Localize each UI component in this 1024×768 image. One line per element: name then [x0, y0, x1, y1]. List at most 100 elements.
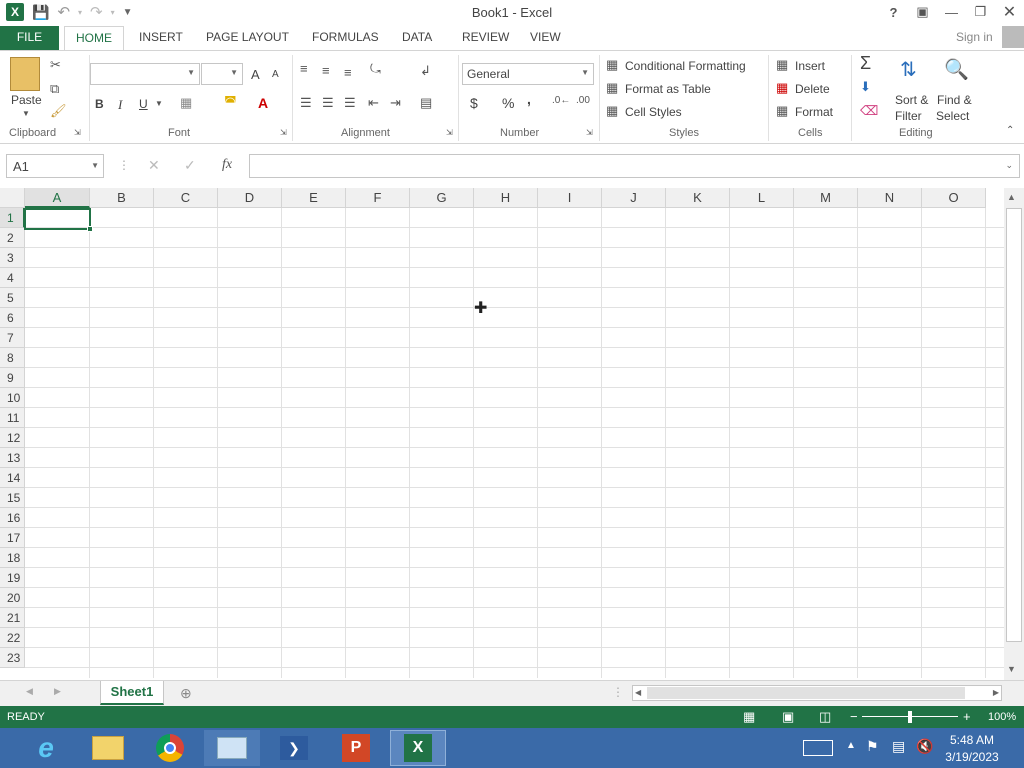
- excel-taskbar-icon[interactable]: X: [390, 730, 446, 766]
- column-header-e[interactable]: E: [282, 188, 346, 208]
- tab-data[interactable]: DATA: [394, 26, 440, 50]
- scroll-up-icon[interactable]: ▲: [1007, 192, 1016, 202]
- clear-icon[interactable]: ⌫: [860, 103, 878, 119]
- active-cell-a1[interactable]: [24, 208, 91, 230]
- column-header-n[interactable]: N: [858, 188, 922, 208]
- column-header-j[interactable]: J: [602, 188, 666, 208]
- row-header-8[interactable]: 8: [0, 348, 25, 368]
- cut-icon[interactable]: ✂: [50, 57, 61, 73]
- server-manager-icon[interactable]: [204, 730, 260, 766]
- fill-handle[interactable]: [87, 226, 93, 232]
- sign-in-link[interactable]: Sign in: [956, 30, 993, 44]
- keyboard-icon[interactable]: [803, 740, 833, 756]
- spreadsheet-grid[interactable]: ABCDEFGHIJKLMNO 1 2 3 4 5 6 7 8 9 10 11 12 13 14 15 16 1…: [0, 188, 1004, 678]
- paste-dropdown-icon[interactable]: ▼: [22, 109, 30, 118]
- help-icon[interactable]: ?: [879, 0, 908, 24]
- clock-date[interactable]: 3/19/2023: [944, 750, 1000, 764]
- powershell-icon[interactable]: ❯: [266, 730, 322, 766]
- bold-button[interactable]: B: [95, 97, 104, 111]
- close-button[interactable]: ✕: [995, 0, 1024, 24]
- cell-styles-button[interactable]: Cell Styles: [625, 105, 682, 119]
- italic-button[interactable]: I: [118, 97, 122, 113]
- grow-font-button[interactable]: A: [251, 67, 260, 82]
- column-header-c[interactable]: C: [154, 188, 218, 208]
- clipboard-launcher-icon[interactable]: ⇲: [74, 128, 81, 137]
- tab-review[interactable]: REVIEW: [454, 26, 517, 50]
- column-header-h[interactable]: H: [474, 188, 538, 208]
- row-header-12[interactable]: 12: [0, 428, 25, 448]
- collapse-ribbon-icon[interactable]: ⌃: [1006, 125, 1014, 136]
- row-header-6[interactable]: 6: [0, 308, 25, 328]
- row-header-9[interactable]: 9: [0, 368, 25, 388]
- row-header-13[interactable]: 13: [0, 448, 25, 468]
- internet-explorer-icon[interactable]: e: [18, 730, 74, 766]
- tab-formulas[interactable]: FORMULAS: [304, 26, 387, 50]
- normal-view-icon[interactable]: ▦: [743, 709, 755, 725]
- zoom-level[interactable]: 100%: [988, 711, 1016, 723]
- wrap-text-icon[interactable]: ↲: [420, 63, 431, 79]
- action-center-flag-icon[interactable]: ⚑: [866, 738, 879, 755]
- bottom-align-icon[interactable]: ≡: [344, 65, 352, 80]
- cancel-icon[interactable]: ✕: [148, 157, 160, 174]
- format-cells-button[interactable]: Format: [795, 105, 833, 119]
- borders-icon[interactable]: ▦: [180, 95, 192, 111]
- percent-button[interactable]: %: [502, 95, 514, 111]
- new-sheet-icon[interactable]: ⊕: [180, 685, 192, 702]
- tab-view[interactable]: VIEW: [522, 26, 569, 50]
- delete-cells-button[interactable]: Delete: [795, 82, 830, 96]
- sort-filter-label-2[interactable]: Filter: [895, 109, 922, 123]
- row-header-18[interactable]: 18: [0, 548, 25, 568]
- row-header-20[interactable]: 20: [0, 588, 25, 608]
- conditional-formatting-button[interactable]: Conditional Formatting: [625, 59, 746, 73]
- page-break-view-icon[interactable]: ◫: [819, 709, 831, 725]
- column-header-l[interactable]: L: [730, 188, 794, 208]
- column-header-k[interactable]: K: [666, 188, 730, 208]
- tab-insert[interactable]: INSERT: [131, 26, 191, 50]
- copy-icon[interactable]: ⧉: [50, 81, 59, 97]
- file-explorer-icon[interactable]: [80, 730, 136, 766]
- number-format-box[interactable]: General ▼: [462, 63, 594, 85]
- increase-decimal-icon[interactable]: .0←: [552, 95, 570, 106]
- vertical-scrollbar[interactable]: ▲ ▼: [1004, 188, 1024, 680]
- align-left-icon[interactable]: ☰: [300, 95, 312, 111]
- tab-page-layout[interactable]: PAGE LAYOUT: [198, 26, 297, 50]
- zoom-slider-thumb[interactable]: [908, 711, 912, 723]
- row-header-22[interactable]: 22: [0, 628, 25, 648]
- orientation-icon[interactable]: ⤿: [370, 61, 381, 77]
- column-header-d[interactable]: D: [218, 188, 282, 208]
- page-layout-view-icon[interactable]: ▣: [782, 709, 794, 725]
- clock-time[interactable]: 5:48 AM: [944, 733, 1000, 747]
- powerpoint-icon[interactable]: P: [328, 730, 384, 766]
- paste-button[interactable]: Paste: [11, 93, 42, 107]
- row-header-4[interactable]: 4: [0, 268, 25, 288]
- align-right-icon[interactable]: ☰: [344, 95, 356, 111]
- prev-sheet-icon[interactable]: ◀: [26, 686, 33, 697]
- column-header-a[interactable]: A: [25, 188, 90, 208]
- font-color-button[interactable]: A: [258, 95, 268, 111]
- tab-file[interactable]: FILE: [0, 26, 59, 50]
- underline-button[interactable]: U: [139, 97, 148, 111]
- row-header-15[interactable]: 15: [0, 488, 25, 508]
- sort-filter-label-1[interactable]: Sort &: [895, 93, 928, 107]
- maximize-button[interactable]: ❐: [966, 0, 995, 24]
- volume-muted-icon[interactable]: 🔇: [916, 738, 933, 755]
- merge-center-icon[interactable]: ▤: [420, 95, 432, 111]
- vertical-scroll-thumb[interactable]: [1006, 208, 1022, 642]
- zoom-out-icon[interactable]: −: [850, 709, 858, 724]
- number-launcher-icon[interactable]: ⇲: [586, 128, 593, 137]
- horizontal-scroll-thumb[interactable]: [647, 687, 965, 699]
- horizontal-scrollbar[interactable]: ◀ ▶: [632, 685, 1002, 701]
- insert-cells-button[interactable]: Insert: [795, 59, 825, 73]
- row-header-21[interactable]: 21: [0, 608, 25, 628]
- tab-split-grip-icon[interactable]: ⋮: [612, 685, 624, 699]
- formula-input[interactable]: ⌄: [249, 154, 1020, 178]
- column-header-i[interactable]: I: [538, 188, 602, 208]
- middle-align-icon[interactable]: ≡: [322, 63, 330, 78]
- top-align-icon[interactable]: ≡: [300, 61, 308, 76]
- scroll-down-icon[interactable]: ▼: [1007, 664, 1016, 674]
- fill-icon[interactable]: ⬇: [860, 79, 871, 95]
- increase-indent-icon[interactable]: ⇥: [390, 95, 401, 111]
- scroll-left-icon[interactable]: ◀: [635, 688, 641, 697]
- expand-formula-bar-icon[interactable]: ⌄: [1005, 160, 1013, 171]
- font-name-box[interactable]: ▼: [90, 63, 200, 85]
